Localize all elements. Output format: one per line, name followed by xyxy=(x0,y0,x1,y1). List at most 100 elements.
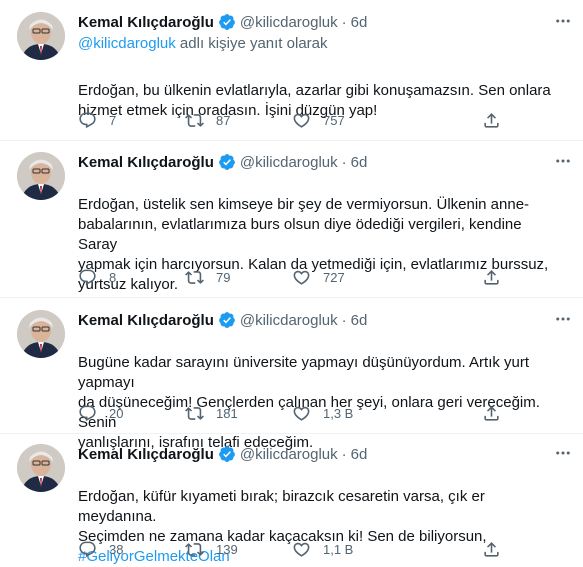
retweet-count: 181 xyxy=(216,405,238,421)
separator-dot: · xyxy=(341,13,347,31)
more-icon[interactable] xyxy=(553,152,573,172)
tweet-actions: 7 87 757 xyxy=(78,110,518,130)
tweet-thread: Kemal Kılıçdaroğlu @kilicdarogluk · 6d @… xyxy=(0,0,583,565)
share-icon xyxy=(484,269,499,285)
retweet-button[interactable]: 139 xyxy=(185,539,238,559)
like-count: 1,3 B xyxy=(323,405,354,421)
more-icon[interactable] xyxy=(553,444,573,464)
like-icon xyxy=(293,270,310,285)
reply-button[interactable]: 7 xyxy=(78,110,116,130)
reply-icon xyxy=(79,269,96,285)
tweet-header: Kemal Kılıçdaroğlu @kilicdarogluk · 6d xyxy=(78,308,367,332)
retweet-count: 139 xyxy=(216,541,238,557)
tweet[interactable]: Kemal Kılıçdaroğlu @kilicdarogluk · 6d E… xyxy=(0,442,583,565)
more-icon[interactable] xyxy=(553,310,573,330)
reply-icon xyxy=(79,405,96,421)
reply-icon xyxy=(79,541,96,557)
share-button[interactable] xyxy=(482,267,513,287)
tweet-header: Kemal Kılıçdaroğlu @kilicdarogluk · 6d xyxy=(78,442,367,466)
reply-count: 8 xyxy=(109,269,117,285)
retweet-icon xyxy=(185,542,204,556)
retweet-icon xyxy=(185,113,204,127)
tweet-actions: 38 139 1,1 B xyxy=(78,539,518,559)
share-button[interactable] xyxy=(482,403,513,423)
like-icon xyxy=(293,406,310,421)
retweet-count: 87 xyxy=(216,112,231,128)
verified-badge-icon xyxy=(218,446,235,462)
more-icon-glyph xyxy=(556,159,570,163)
tweet-actions: 20 181 1,3 B xyxy=(78,403,518,423)
more-icon-glyph xyxy=(556,451,570,455)
tweet[interactable]: Kemal Kılıçdaroğlu @kilicdarogluk · 6d @… xyxy=(0,10,583,140)
author-handle[interactable]: @kilicdarogluk xyxy=(240,154,338,171)
reply-count: 20 xyxy=(109,405,124,421)
timestamp[interactable]: 6d xyxy=(351,14,368,31)
timestamp[interactable]: 6d xyxy=(351,446,368,463)
like-count: 1,1 B xyxy=(323,541,354,557)
like-button[interactable]: 1,3 B xyxy=(292,403,353,423)
like-icon xyxy=(293,113,310,128)
tweet-actions: 8 79 727 xyxy=(78,267,518,287)
like-button[interactable]: 1,1 B xyxy=(292,539,353,559)
retweet-icon xyxy=(185,270,204,284)
avatar[interactable] xyxy=(17,12,65,60)
tweet-header: Kemal Kılıçdaroğlu @kilicdarogluk · 6d xyxy=(78,150,367,174)
avatar[interactable] xyxy=(17,310,65,358)
tweet-text-content: Erdoğan, küfür kıyameti bırak; birazcık … xyxy=(78,488,487,545)
reply-count: 7 xyxy=(109,112,117,128)
tweet-text: Bugüne kadar sarayını üniversite yapmayı… xyxy=(78,333,558,453)
reply-context: @kilicdarogluk adlı kişiye yanıt olarak xyxy=(78,35,328,52)
reply-button[interactable]: 20 xyxy=(78,403,123,423)
author-name[interactable]: Kemal Kılıçdaroğlu xyxy=(78,446,214,463)
reply-count: 38 xyxy=(109,541,124,557)
divider xyxy=(0,297,583,298)
author-handle[interactable]: @kilicdarogluk xyxy=(240,14,338,31)
share-button[interactable] xyxy=(482,539,513,559)
like-button[interactable]: 757 xyxy=(292,110,345,130)
reply-button[interactable]: 8 xyxy=(78,267,116,287)
share-icon xyxy=(484,405,499,421)
retweet-button[interactable]: 87 xyxy=(185,110,230,130)
separator-dot: · xyxy=(341,153,347,171)
retweet-count: 79 xyxy=(216,269,231,285)
reply-icon xyxy=(79,112,96,128)
timestamp[interactable]: 6d xyxy=(351,154,368,171)
tweet-header: Kemal Kılıçdaroğlu @kilicdarogluk · 6d xyxy=(78,10,367,34)
separator-dot: · xyxy=(341,311,347,329)
verified-badge-icon xyxy=(218,14,235,30)
avatar-photo xyxy=(17,444,65,492)
tweet[interactable]: Kemal Kılıçdaroğlu @kilicdarogluk · 6d E… xyxy=(0,150,583,293)
verified-badge-icon xyxy=(218,154,235,170)
avatar[interactable] xyxy=(17,444,65,492)
avatar-photo xyxy=(17,310,65,358)
share-icon xyxy=(484,112,499,128)
author-handle[interactable]: @kilicdarogluk xyxy=(240,446,338,463)
timestamp[interactable]: 6d xyxy=(351,312,368,329)
avatar[interactable] xyxy=(17,152,65,200)
like-count: 757 xyxy=(323,112,345,128)
divider xyxy=(0,433,583,434)
like-icon xyxy=(293,542,310,557)
author-name[interactable]: Kemal Kılıçdaroğlu xyxy=(78,312,214,329)
like-count: 727 xyxy=(323,269,345,285)
more-icon-glyph xyxy=(556,19,570,23)
retweet-button[interactable]: 79 xyxy=(185,267,230,287)
more-icon[interactable] xyxy=(553,12,573,32)
reply-context-text: adlı kişiye yanıt olarak xyxy=(175,35,328,52)
separator-dot: · xyxy=(341,445,347,463)
avatar-photo xyxy=(17,12,65,60)
retweet-icon xyxy=(185,406,204,420)
author-name[interactable]: Kemal Kılıçdaroğlu xyxy=(78,154,214,171)
author-handle[interactable]: @kilicdarogluk xyxy=(240,312,338,329)
verified-badge-icon xyxy=(218,312,235,328)
reply-mention-link[interactable]: @kilicdarogluk xyxy=(78,35,176,52)
share-icon xyxy=(484,541,499,557)
reply-button[interactable]: 38 xyxy=(78,539,123,559)
author-name[interactable]: Kemal Kılıçdaroğlu xyxy=(78,14,214,31)
retweet-button[interactable]: 181 xyxy=(185,403,238,423)
avatar-photo xyxy=(17,152,65,200)
divider xyxy=(0,140,583,141)
like-button[interactable]: 727 xyxy=(292,267,345,287)
tweet[interactable]: Kemal Kılıçdaroğlu @kilicdarogluk · 6d B… xyxy=(0,308,583,451)
share-button[interactable] xyxy=(482,110,513,130)
